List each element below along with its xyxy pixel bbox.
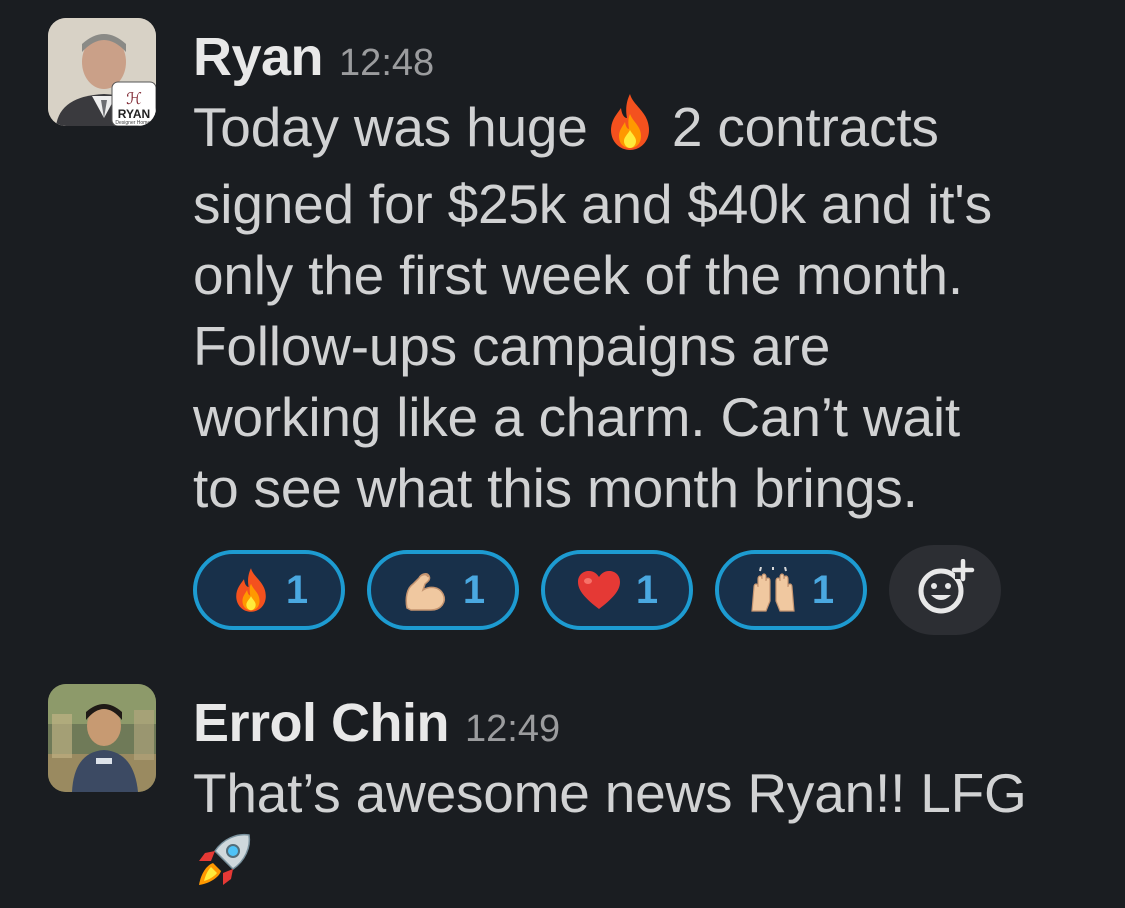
message-line: working like a charm. Can’t wait xyxy=(193,386,960,448)
sender-name[interactable]: Errol Chin xyxy=(193,684,450,762)
avatar-badge-subtext: Designer Homes xyxy=(115,120,153,126)
message-header: Ryan 12:48 xyxy=(193,18,1093,96)
fire-icon xyxy=(230,566,272,614)
avatar-photo xyxy=(48,684,156,792)
message-line: to see what this month brings. xyxy=(193,457,918,519)
message-line xyxy=(193,829,1093,908)
red-heart-icon xyxy=(576,569,622,611)
timestamp[interactable]: 12:48 xyxy=(339,24,434,102)
timestamp[interactable]: 12:49 xyxy=(465,690,560,768)
message-header: Errol Chin 12:49 xyxy=(193,684,1093,762)
sender-name[interactable]: Ryan xyxy=(193,18,324,96)
reaction-red-heart[interactable]: 1 xyxy=(541,550,693,630)
avatar[interactable] xyxy=(48,684,156,792)
fire-icon xyxy=(603,92,657,169)
message-text: That’s awesome news Ryan!! LFG xyxy=(193,758,1093,908)
avatar-badge-text: RYAN xyxy=(118,107,150,121)
reaction-count: 1 xyxy=(285,567,309,612)
avatar-photo: ℋ RYAN Designer Homes xyxy=(48,18,156,126)
reaction-raising-hands[interactable]: 1 xyxy=(715,550,867,630)
flexed-biceps-icon xyxy=(401,568,449,612)
reaction-count: 1 xyxy=(811,567,835,612)
message-body: Ryan 12:48 Today was huge 2 contracts si… xyxy=(193,18,1093,524)
message-line: only the first week of the month. xyxy=(193,244,963,306)
message-line: Follow-ups campaigns are xyxy=(193,315,831,377)
avatar-badge-logo: ℋ xyxy=(126,91,142,108)
add-reaction-icon xyxy=(915,558,975,622)
avatar[interactable]: ℋ RYAN Designer Homes xyxy=(48,18,156,126)
reactions-bar: 1 1 1 1 xyxy=(193,545,1001,635)
message-line: Today was huge 2 contracts xyxy=(193,92,1093,169)
message-line: signed for $25k and $40k and it's xyxy=(193,173,992,235)
reaction-flexed-biceps[interactable]: 1 xyxy=(367,550,519,630)
message-body: Errol Chin 12:49 That’s awesome news Rya… xyxy=(193,684,1093,908)
message-text: Today was huge 2 contracts signed for $2… xyxy=(193,92,1093,524)
raising-hands-icon xyxy=(748,567,798,613)
message-line: That’s awesome news Ryan!! LFG xyxy=(193,762,1027,824)
reaction-count: 1 xyxy=(462,567,486,612)
rocket-icon xyxy=(193,829,255,908)
add-reaction-button[interactable] xyxy=(889,545,1001,635)
reaction-count: 1 xyxy=(635,567,659,612)
reaction-fire[interactable]: 1 xyxy=(193,550,345,630)
